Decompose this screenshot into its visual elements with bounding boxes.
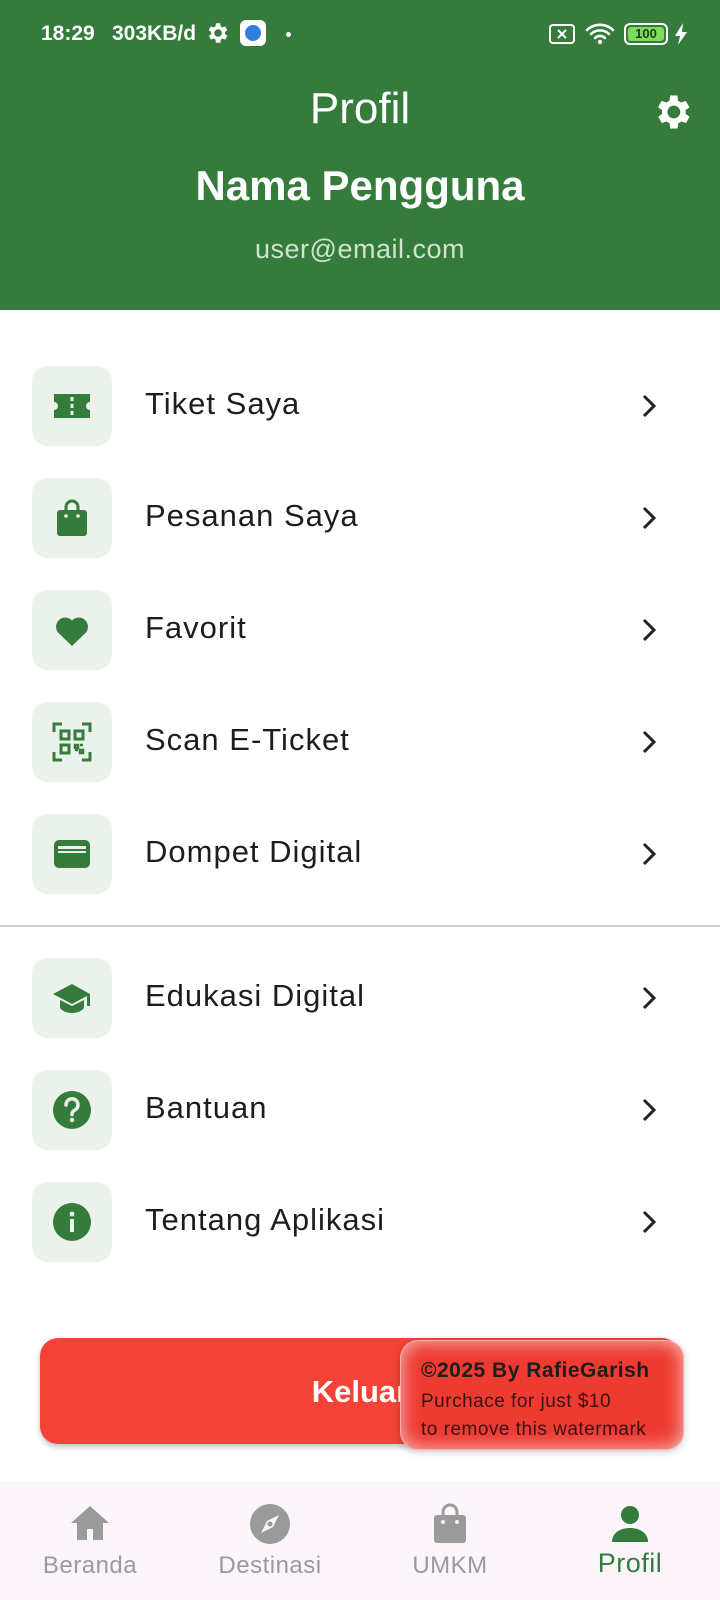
menu-item-tentang-aplikasi[interactable]: Tentang Aplikasi	[0, 1166, 720, 1278]
menu-label: Scan E-Ticket	[145, 722, 350, 757]
graduation-cap-icon-box	[32, 958, 112, 1038]
menu-label: Edukasi Digital	[145, 978, 366, 1013]
nav-item-destinasi[interactable]: Destinasi	[180, 1482, 360, 1600]
nav-label: Beranda	[42, 1552, 138, 1579]
info-icon	[53, 1203, 91, 1241]
status-bar: 18:29 303KB/d 100	[0, 14, 720, 54]
menu-label: Tiket Saya	[145, 386, 301, 421]
menu-item-edukasi-digital[interactable]: Edukasi Digital	[0, 942, 720, 1054]
ticket-icon	[54, 394, 90, 418]
chevron-right-icon	[642, 1210, 657, 1234]
menu-label: Pesanan Saya	[145, 498, 359, 533]
notification-dot-icon	[286, 32, 291, 37]
status-network-speed: 303KB/d	[112, 22, 197, 45]
watermark-remove-text: to remove this watermark	[421, 1419, 647, 1440]
menu-label: Favorit	[145, 610, 247, 645]
chevron-right-icon	[642, 394, 657, 418]
menu-item-pesanan-saya[interactable]: Pesanan Saya	[0, 462, 720, 574]
help-icon-box	[32, 1070, 112, 1150]
shopping-bag-icon	[434, 1503, 466, 1543]
graduation-cap-icon	[53, 984, 90, 1013]
user-name: Nama Pengguna	[195, 162, 525, 209]
menu-item-bantuan[interactable]: Bantuan	[0, 1054, 720, 1166]
wallet-icon	[54, 840, 90, 868]
heart-icon-box	[32, 590, 112, 670]
chevron-right-icon	[642, 730, 657, 754]
page-title: Profil	[309, 84, 411, 133]
chevron-right-icon	[642, 618, 657, 642]
watermark-purchase-text: Purchace for just $10	[421, 1391, 612, 1412]
nav-label: Destinasi	[218, 1552, 322, 1579]
battery-icon: 100	[624, 23, 668, 45]
qr-code-icon-box	[32, 702, 112, 782]
menu-item-favorit[interactable]: Favorit	[0, 574, 720, 686]
info-icon-box	[32, 1182, 112, 1262]
chevron-right-icon	[642, 986, 657, 1010]
shopping-bag-icon-box	[32, 478, 112, 558]
battery-level: 100	[635, 26, 657, 41]
no-sim-icon	[549, 24, 575, 44]
charging-icon	[675, 23, 687, 45]
user-email: user@email.com	[255, 234, 465, 264]
settings-status-icon	[208, 23, 228, 43]
watermark-copyright: ©2025 By RafieGarish	[421, 1359, 650, 1382]
status-time: 18:29	[41, 22, 95, 45]
nav-item-umkm[interactable]: UMKM	[360, 1482, 540, 1600]
compass-icon	[250, 1504, 290, 1544]
qr-code-icon	[52, 722, 92, 762]
menu-label: Bantuan	[145, 1090, 268, 1125]
profile-header: 18:29 303KB/d 100 Profil Nama Pengguna u…	[0, 0, 720, 310]
nav-item-beranda[interactable]: Beranda	[0, 1482, 180, 1600]
watermark-overlay: ©2025 By RafieGarish Purchace for just $…	[400, 1340, 684, 1450]
wifi-icon	[585, 23, 615, 45]
ticket-icon-box	[32, 366, 112, 446]
heart-icon	[56, 617, 88, 646]
menu-item-dompet-digital[interactable]: Dompet Digital	[0, 798, 720, 910]
menu-divider	[0, 925, 720, 927]
bottom-navigation: Beranda Destinasi UMKM Profil	[0, 1482, 720, 1600]
nav-item-profil[interactable]: Profil	[540, 1482, 720, 1600]
menu-label: Tentang Aplikasi	[145, 1202, 386, 1237]
nav-label: UMKM	[412, 1552, 488, 1579]
settings-icon[interactable]	[650, 90, 694, 134]
nav-label: Profil	[597, 1548, 663, 1578]
menu-item-tiket-saya[interactable]: Tiket Saya	[0, 350, 720, 462]
home-icon	[71, 1506, 109, 1540]
app-notification-icon	[240, 20, 266, 46]
help-icon	[53, 1091, 91, 1129]
person-icon	[612, 1506, 648, 1542]
chevron-right-icon	[642, 1098, 657, 1122]
chevron-right-icon	[642, 506, 657, 530]
shopping-bag-icon	[57, 499, 87, 536]
chevron-right-icon	[642, 842, 657, 866]
menu-label: Dompet Digital	[145, 834, 363, 869]
wallet-icon-box	[32, 814, 112, 894]
menu-item-scan-e-ticket[interactable]: Scan E-Ticket	[0, 686, 720, 798]
